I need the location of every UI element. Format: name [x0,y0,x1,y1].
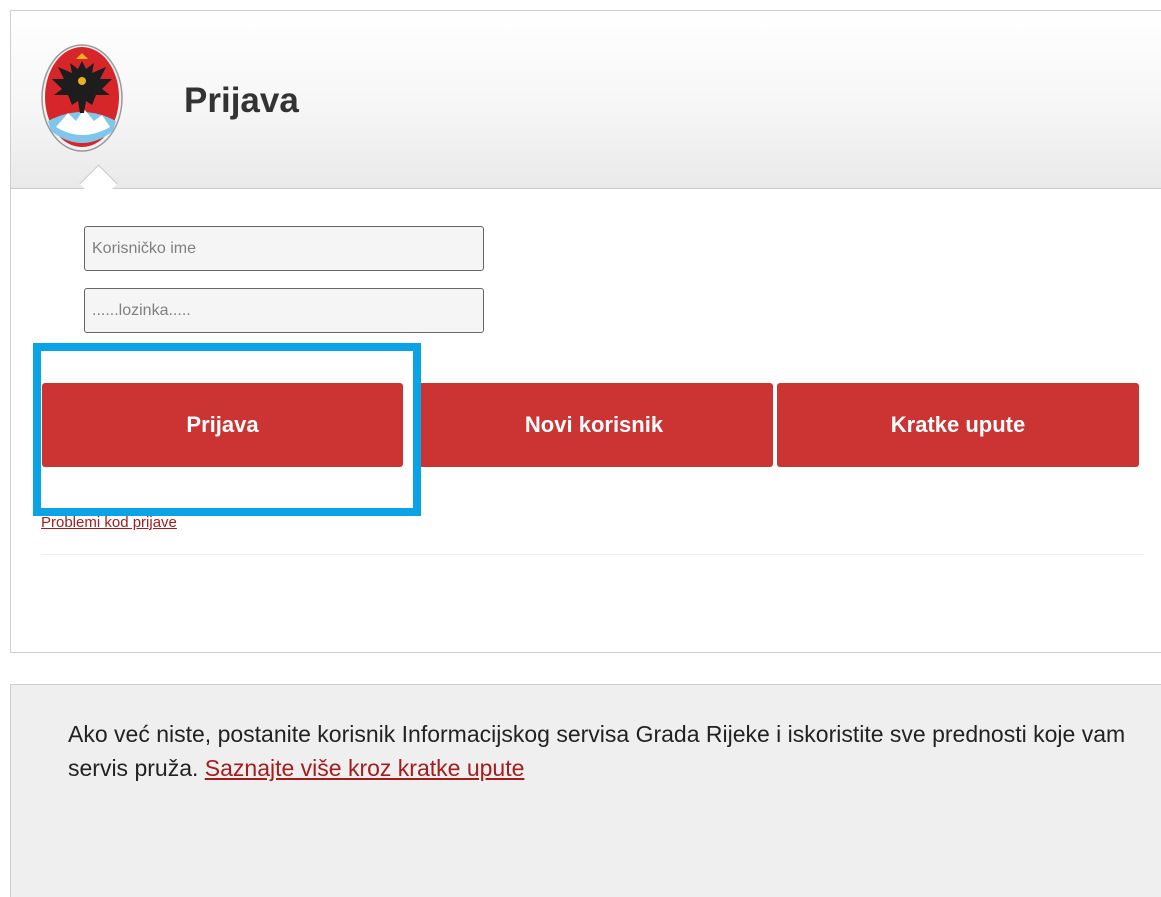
city-crest-icon [41,44,123,152]
page: Prijava Prijava Novi korisnik Kratke upu… [0,0,1161,897]
username-input[interactable] [84,226,484,271]
info-panel: Ako već niste, postanite korisnik Inform… [10,684,1161,897]
new-user-button[interactable]: Novi korisnik [415,383,773,467]
card-header: Prijava [11,11,1161,189]
info-paragraph: Ako već niste, postanite korisnik Inform… [68,717,1128,785]
page-title: Prijava [184,81,299,120]
quick-guide-button[interactable]: Kratke upute [777,383,1139,467]
divider [41,554,1144,555]
login-card: Prijava Prijava Novi korisnik Kratke upu… [10,10,1161,653]
learn-more-link[interactable]: Saznajte više kroz kratke upute [205,755,525,781]
login-problems-link[interactable]: Problemi kod prijave [41,514,177,531]
password-input[interactable] [84,288,484,333]
login-button[interactable]: Prijava [42,383,403,467]
